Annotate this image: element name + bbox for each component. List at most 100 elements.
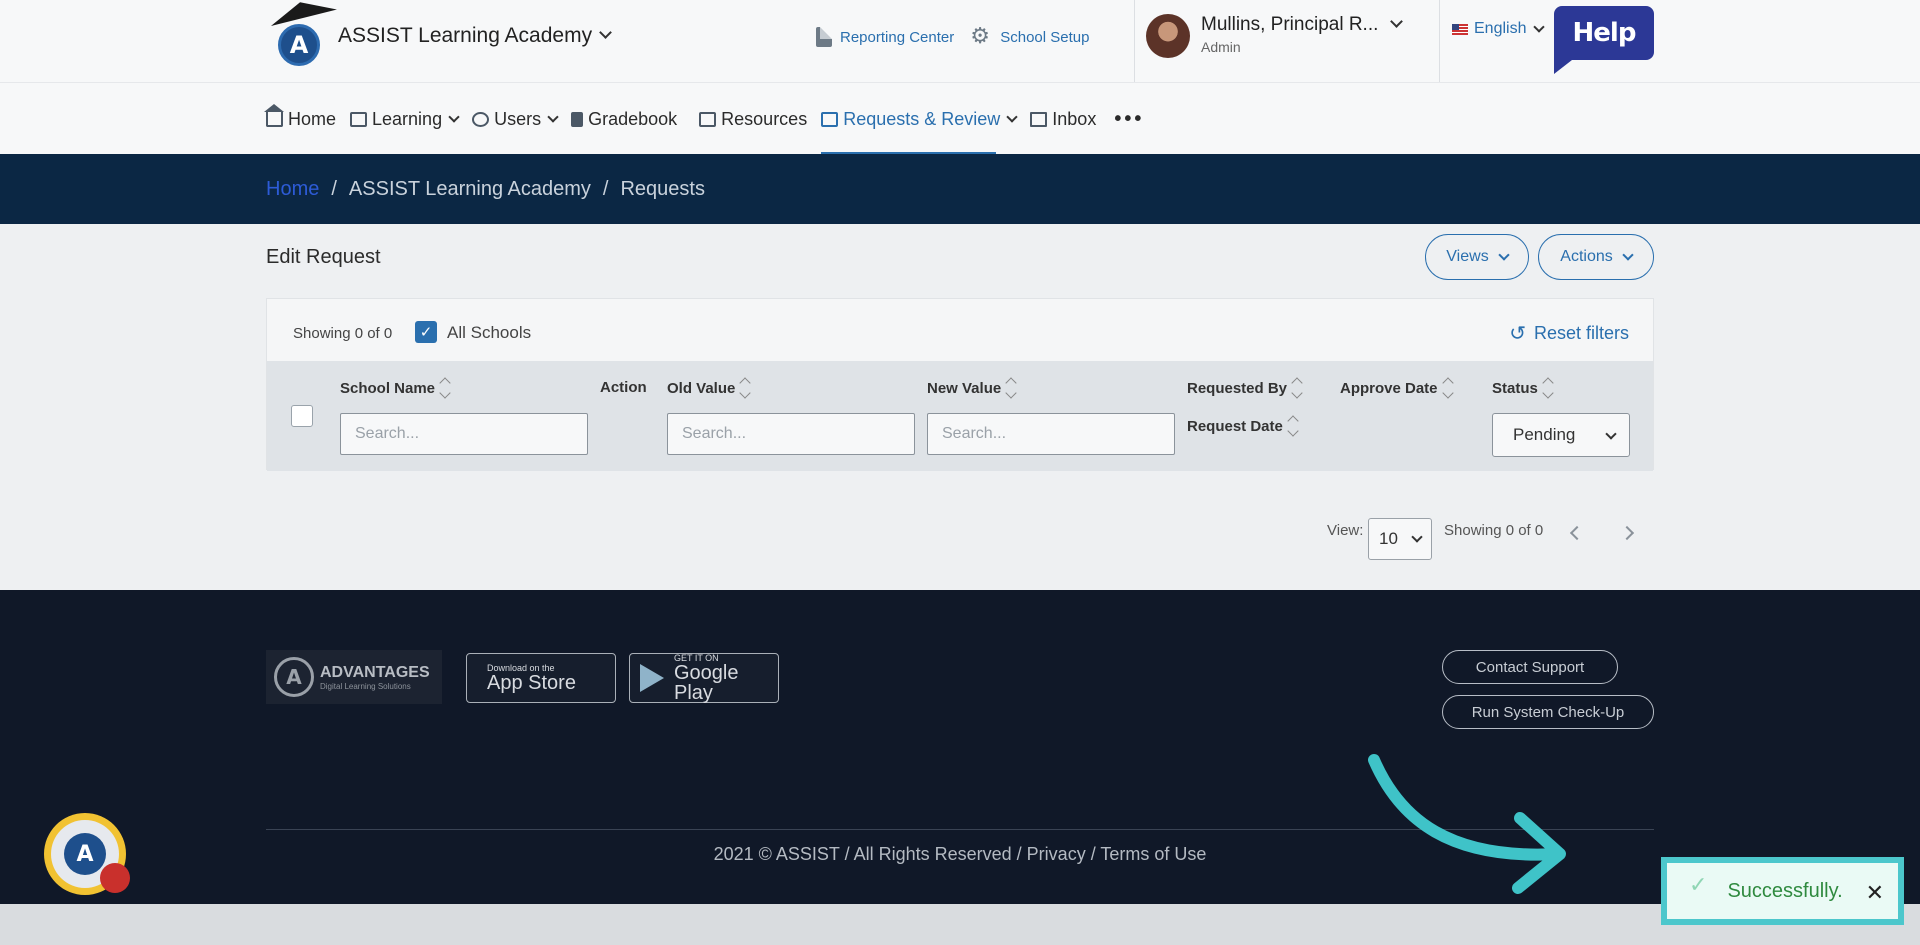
close-icon[interactable]: ✕	[1866, 881, 1884, 906]
chevron-down-icon	[599, 25, 612, 39]
page-size-value: 10	[1379, 529, 1398, 548]
advantages-logo: A ADVANTAGES Digital Learning Solutions	[266, 650, 442, 704]
user-name: Mullins, Principal R...	[1201, 14, 1379, 35]
google-play-icon	[640, 664, 664, 692]
user-role: Admin	[1201, 39, 1241, 55]
gradebook-icon	[571, 111, 584, 127]
app-store-badge[interactable]: Download on the App Store	[466, 653, 616, 703]
footer: A ADVANTAGES Digital Learning Solutions …	[0, 590, 1920, 904]
sort-icon	[1287, 415, 1299, 437]
all-schools-label: All Schools	[447, 323, 532, 342]
old-value-search-input[interactable]	[667, 413, 915, 455]
help-button[interactable]: Help	[1554, 6, 1654, 74]
google-play-badge[interactable]: GET IT ON Google Play	[629, 653, 779, 703]
column-label: New Value	[927, 379, 1002, 397]
actions-button[interactable]: Actions	[1538, 234, 1654, 280]
column-label: School Name	[340, 379, 436, 397]
school-setup-link[interactable]: ⚙ School Setup	[970, 26, 1089, 48]
learning-icon	[350, 111, 368, 127]
reporting-center-link[interactable]: Reporting Center	[816, 27, 954, 47]
header-divider	[1134, 0, 1135, 82]
column-label: Approve Date	[1340, 379, 1438, 397]
document-icon	[816, 27, 832, 47]
advantages-title: ADVANTAGES	[320, 663, 430, 681]
column-action: Action	[600, 379, 647, 396]
nav-label: Home	[288, 108, 337, 129]
chevron-down-icon	[1006, 111, 1018, 123]
nav-item-users[interactable]: Users	[472, 83, 559, 155]
column-status[interactable]: Status	[1492, 377, 1554, 399]
showing-count: Showing 0 of 0	[293, 325, 393, 342]
check-icon: ✓	[1689, 872, 1708, 898]
toast-message: Successfully.	[1727, 879, 1843, 902]
pointer-arrow-icon	[1368, 754, 1566, 894]
nav-item-requests-review[interactable]: Requests & Review	[821, 83, 1018, 155]
mail-icon	[1030, 111, 1048, 127]
user-menu[interactable]: Mullins, Principal R... Admin	[1146, 14, 1404, 58]
column-approve-date[interactable]: Approve Date	[1340, 377, 1454, 399]
all-schools-checkbox[interactable]: ✓	[415, 321, 437, 343]
views-button[interactable]: Views	[1425, 234, 1529, 280]
chevron-down-icon	[1390, 15, 1404, 28]
avatar	[1146, 14, 1190, 58]
reporting-center-label: Reporting Center	[840, 28, 955, 46]
school-name-search-input[interactable]	[340, 413, 588, 455]
column-requested-by[interactable]: Requested By	[1187, 377, 1303, 399]
nav-item-resources[interactable]: Resources	[699, 83, 807, 155]
breadcrumb-separator: /	[602, 178, 609, 200]
column-old-value[interactable]: Old Value	[667, 377, 752, 399]
chevron-down-icon	[1622, 249, 1634, 261]
pager-showing: Showing 0 of 0	[1444, 522, 1544, 539]
nav-label: Users	[494, 108, 542, 129]
status-filter-select[interactable]: Pending	[1492, 413, 1630, 457]
us-flag-icon	[1452, 23, 1468, 35]
nav-item-gradebook[interactable]: Gradebook	[571, 83, 677, 155]
breadcrumb-home[interactable]: Home	[266, 178, 319, 201]
more-icon: •••	[1114, 107, 1145, 130]
page-title: Edit Request	[266, 246, 381, 268]
success-toast: ✓ Successfully. ✕	[1661, 857, 1904, 925]
view-label: View:	[1327, 522, 1364, 539]
column-new-value[interactable]: New Value	[927, 377, 1017, 399]
nav-label: Requests & Review	[843, 108, 1001, 129]
sort-icon	[739, 377, 752, 399]
reset-icon: ↺	[1509, 321, 1526, 345]
page-size-select[interactable]: 10	[1368, 518, 1432, 560]
app-store-big-text: App Store	[487, 672, 576, 694]
views-label: Views	[1446, 248, 1489, 265]
breadcrumb-current: Requests	[620, 178, 705, 200]
select-all-checkbox[interactable]	[291, 405, 313, 427]
sort-icon	[1291, 377, 1303, 399]
column-school-name[interactable]: School Name	[340, 377, 451, 399]
nav-item-inbox[interactable]: Inbox	[1030, 83, 1096, 155]
school-logo: A	[266, 0, 337, 72]
system-check-button[interactable]: Run System Check-Up	[1442, 695, 1654, 729]
language-selector[interactable]: English	[1452, 20, 1546, 38]
previous-page-icon[interactable]	[1569, 525, 1585, 541]
chevron-down-icon	[1605, 428, 1617, 440]
actions-label: Actions	[1560, 248, 1613, 265]
next-page-icon[interactable]	[1619, 525, 1635, 541]
copyright-text: 2021 © ASSIST / All Rights Reserved / Pr…	[713, 844, 1207, 864]
new-value-search-input[interactable]	[927, 413, 1175, 455]
chevron-down-icon	[547, 111, 559, 123]
more-menu-button[interactable]: •••	[1110, 83, 1144, 155]
breadcrumb-separator: /	[331, 178, 337, 200]
requests-table-panel: Showing 0 of 0 ✓ All Schools ↺ Reset fil…	[266, 298, 1654, 471]
top-header: A ASSIST Learning Academy Reporting Cent…	[0, 0, 1920, 82]
sort-icon	[1542, 377, 1554, 399]
main-nav: Home Learning Users Gradebook Resources …	[0, 82, 1920, 155]
reset-filters-label: Reset filters	[1533, 322, 1629, 343]
school-switcher[interactable]: A ASSIST Learning Academy	[266, 0, 612, 72]
nav-item-home[interactable]: Home	[264, 83, 337, 155]
sort-icon	[439, 377, 451, 399]
home-icon	[264, 103, 284, 127]
notification-dot	[100, 863, 130, 893]
nav-item-learning[interactable]: Learning	[350, 83, 460, 155]
chat-widget-button[interactable]: A	[44, 813, 130, 895]
chevron-down-icon	[1411, 531, 1423, 543]
reset-filters-button[interactable]: ↺ Reset filters	[1509, 321, 1629, 345]
breadcrumb-school[interactable]: ASSIST Learning Academy	[349, 178, 591, 201]
column-request-date[interactable]: Request Date	[1187, 415, 1299, 437]
contact-support-button[interactable]: Contact Support	[1442, 650, 1618, 684]
